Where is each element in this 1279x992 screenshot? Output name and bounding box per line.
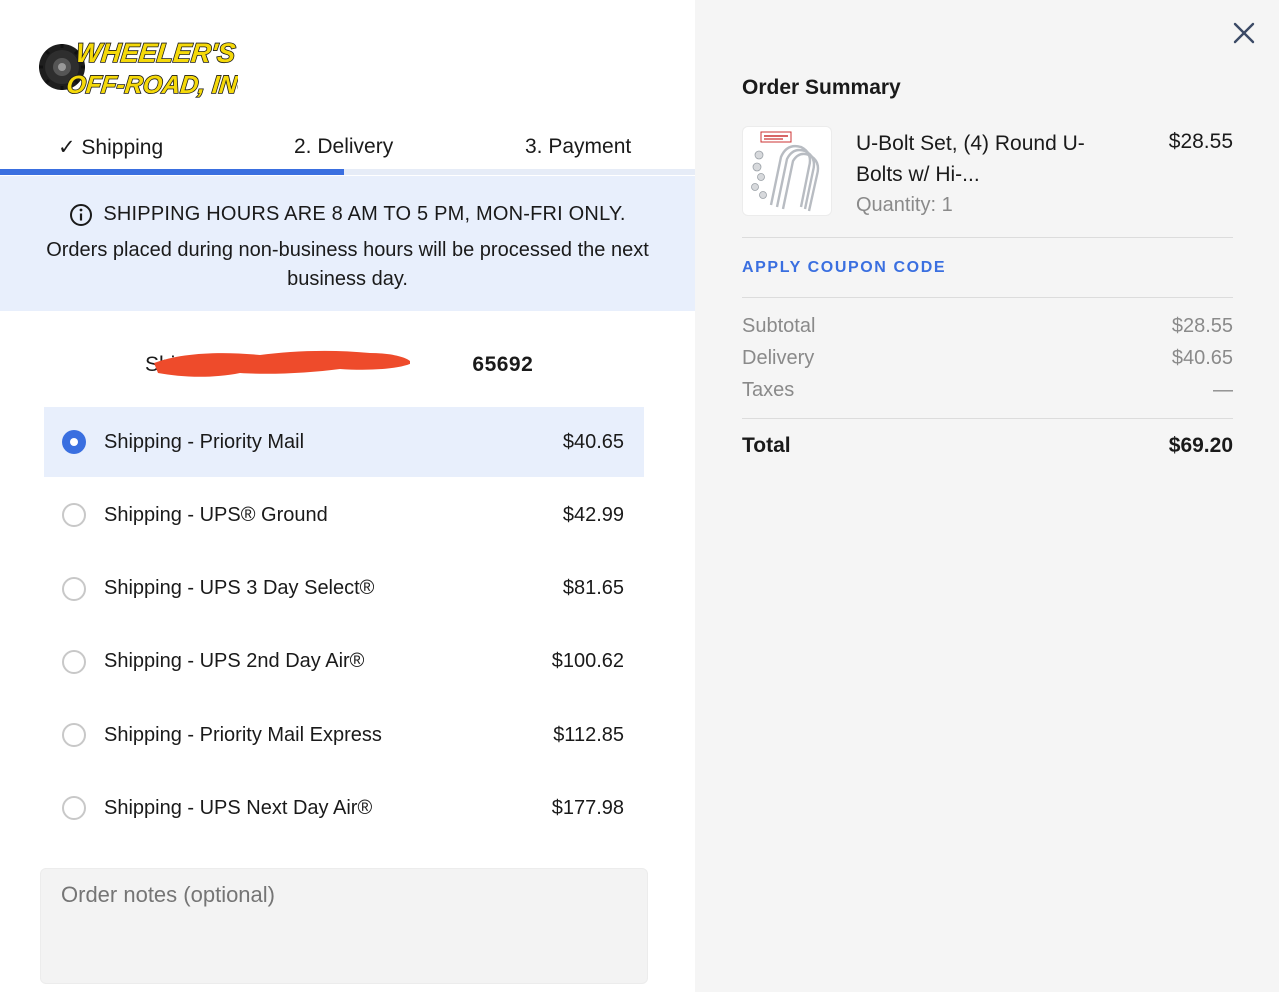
shipping-option-label: Shipping - Priority Mail Express: [104, 723, 382, 746]
total-label: Total: [742, 434, 791, 457]
step-delivery[interactable]: 2. Delivery: [294, 135, 393, 159]
total-value: $69.20: [1168, 434, 1233, 457]
shipping-option-label: Shipping - UPS Next Day Air®: [104, 796, 373, 819]
radio-selected-icon[interactable]: [62, 430, 86, 454]
logo-line1: WHEELER'S: [74, 37, 237, 68]
close-icon[interactable]: [1231, 20, 1257, 46]
shipping-option-label: Shipping - UPS® Ground: [104, 503, 328, 526]
order-notes-input[interactable]: [40, 868, 648, 984]
taxes-row: Taxes —: [742, 379, 1233, 402]
checkout-steps: ✓ Shipping 2. Delivery 3. Payment: [0, 130, 695, 176]
order-summary-panel: Order Summary U-Bolt Set, (4) Round U-Bo…: [695, 0, 1279, 992]
shipping-option-label: Shipping - UPS 2nd Day Air®: [104, 650, 365, 673]
apply-coupon-link[interactable]: APPLY COUPON CODE: [742, 259, 946, 277]
banner-detail: Orders placed during non-business hours …: [46, 238, 649, 290]
banner-headline: SHIPPING HOURS ARE 8 AM TO 5 PM, MON-FRI…: [103, 203, 626, 225]
delivery-row: Delivery $40.65: [742, 347, 1233, 370]
shipping-option-price: $40.65: [562, 430, 624, 453]
radio-empty-icon[interactable]: [62, 503, 86, 528]
logo-line2: OFF-ROAD, INC.: [65, 71, 238, 99]
shipping-option[interactable]: Shipping - UPS 2nd Day Air® $100.62: [44, 627, 644, 697]
shipping-option-label: Shipping - UPS 3 Day Select®: [104, 577, 375, 600]
product-thumbnail[interactable]: [742, 126, 832, 216]
summary-divider: [742, 297, 1233, 298]
subtotal-label: Subtotal: [742, 315, 816, 337]
taxes-label: Taxes: [742, 379, 795, 401]
shipping-option-price: $177.98: [551, 796, 624, 819]
shipping-option-price: $100.62: [551, 650, 624, 673]
radio-empty-icon[interactable]: [62, 649, 86, 674]
step-progress-bar: [0, 169, 344, 175]
shipping-option-price: $42.99: [562, 503, 624, 526]
product-price: $28.55: [1168, 130, 1233, 153]
radio-empty-icon[interactable]: [62, 576, 86, 601]
delivery-label: Delivery: [742, 347, 815, 369]
summary-divider: [742, 237, 1233, 238]
subtotal-value: $28.55: [1171, 315, 1233, 337]
taxes-value: —: [1213, 379, 1233, 401]
step-shipping[interactable]: ✓ Shipping: [58, 135, 163, 160]
wheelers-logo[interactable]: WHEELER'S OFF-ROAD, INC.: [38, 34, 238, 100]
shipping-option[interactable]: Shipping - Priority Mail $40.65: [44, 407, 644, 477]
shipping-option-price: $81.65: [562, 577, 624, 600]
shipping-option[interactable]: Shipping - UPS 3 Day Select® $81.65: [44, 554, 644, 624]
shipping-option-label: Shipping - Priority Mail: [104, 430, 305, 453]
shipping-option[interactable]: Shipping - Priority Mail Express $112.85: [44, 700, 644, 770]
delivery-value: $40.65: [1171, 347, 1233, 369]
redacted-address: [154, 350, 472, 379]
shipping-option[interactable]: Shipping - UPS Next Day Air® $177.98: [44, 773, 644, 843]
ship-to-zip: 65692: [472, 353, 534, 376]
shipping-option-price: $112.85: [553, 723, 624, 746]
step-payment[interactable]: 3. Payment: [525, 135, 631, 159]
product-quantity: Quantity: 1: [856, 194, 953, 216]
product-name[interactable]: U-Bolt Set, (4) Round U-Bolts w/ Hi-...: [856, 128, 1096, 190]
checkout-panel: WHEELER'S OFF-ROAD, INC. ✓ Shipping 2. D…: [0, 0, 695, 992]
shipping-hours-banner: SHIPPING HOURS ARE 8 AM TO 5 PM, MON-FRI…: [0, 176, 695, 311]
total-row: Total $69.20: [742, 434, 1233, 458]
summary-divider: [742, 418, 1233, 419]
subtotal-row: Subtotal $28.55: [742, 315, 1233, 338]
ship-to-address: Ship to 65692: [145, 350, 533, 380]
info-circle-icon: [70, 203, 93, 226]
shipping-option[interactable]: Shipping - UPS® Ground $42.99: [44, 480, 644, 550]
radio-empty-icon[interactable]: [62, 723, 86, 748]
radio-empty-icon[interactable]: [62, 796, 86, 821]
order-summary-title: Order Summary: [742, 76, 901, 99]
shipping-options-list: Shipping - Priority Mail $40.65 Shipping…: [44, 407, 644, 847]
